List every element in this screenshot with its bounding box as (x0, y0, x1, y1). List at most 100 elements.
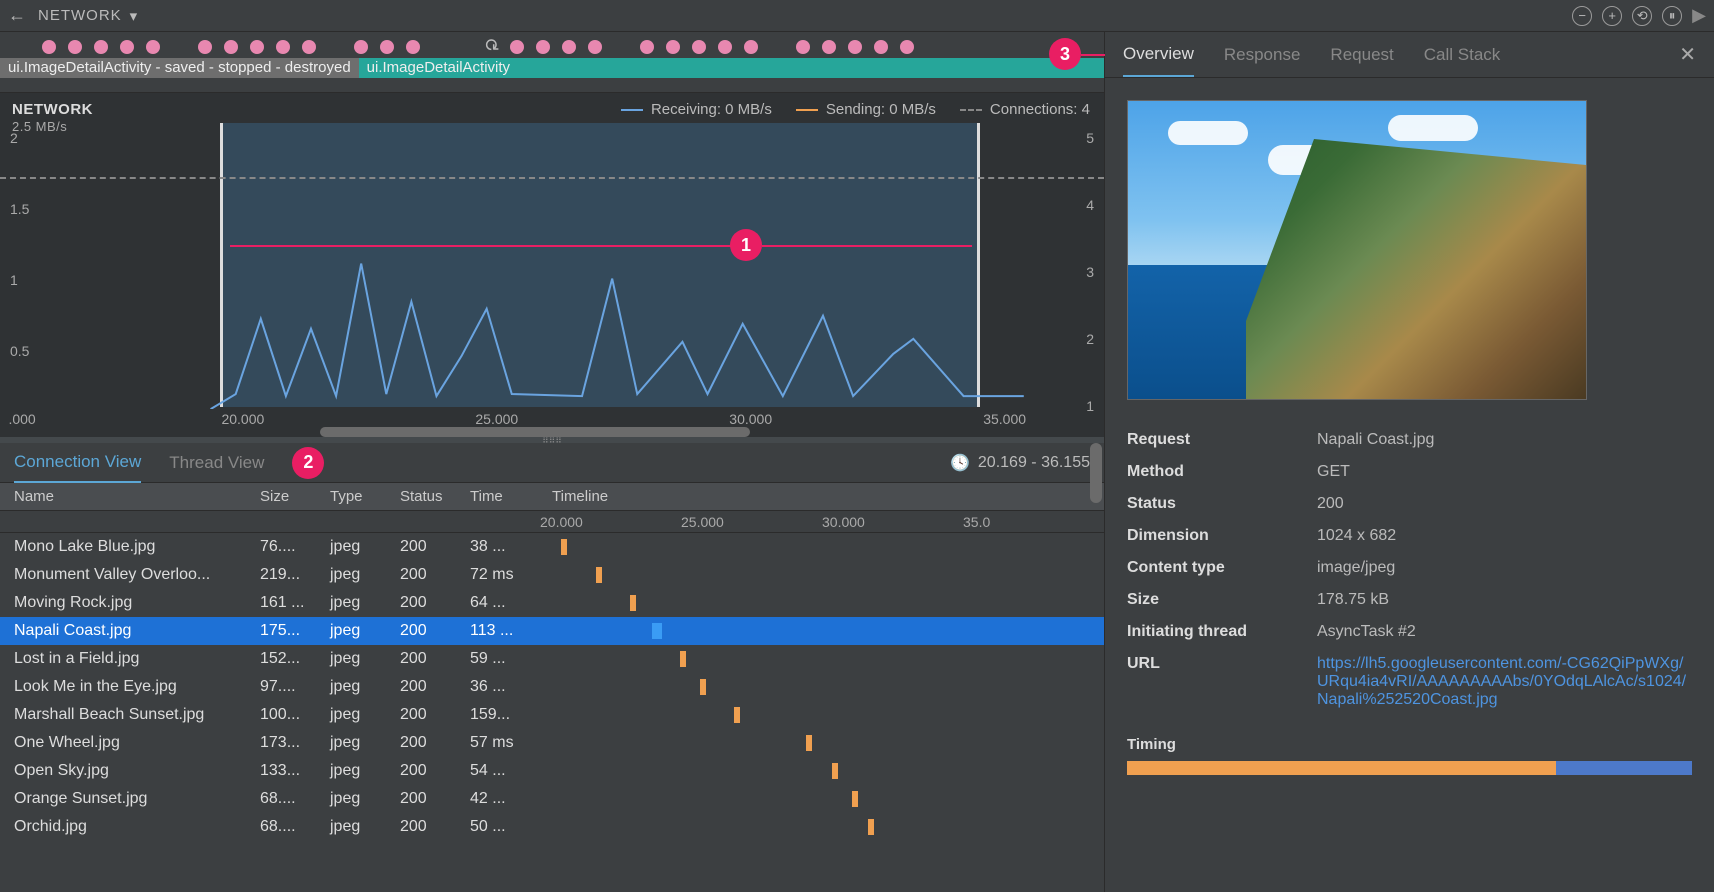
col-name[interactable]: Name (0, 488, 260, 505)
field-contenttype-label: Content type (1127, 559, 1317, 577)
tab-overview[interactable]: Overview (1123, 33, 1194, 77)
table-row[interactable]: Look Me in the Eye.jpg97....jpeg20036 ..… (0, 673, 1104, 701)
tab-thread-view[interactable]: Thread View (169, 444, 264, 482)
field-dimension-label: Dimension (1127, 527, 1317, 545)
cell-name: Napali Coast.jpg (0, 622, 260, 640)
cell-type: jpeg (330, 594, 400, 612)
user-events-strip: ⟳ (0, 32, 1104, 58)
cell-timeline (540, 819, 1104, 835)
cell-size: 97.... (260, 678, 330, 696)
vertical-scrollbar[interactable] (1090, 443, 1102, 892)
tab-request[interactable]: Request (1330, 34, 1393, 76)
field-method-label: Method (1127, 463, 1317, 481)
field-url-label: URL (1127, 655, 1317, 709)
col-type[interactable]: Type (330, 488, 400, 505)
col-size[interactable]: Size (260, 488, 330, 505)
cell-status: 200 (400, 734, 470, 752)
zoom-out-button[interactable]: − (1572, 6, 1592, 26)
legend-sending: Sending: 0 MB/s (826, 101, 936, 118)
field-size-value: 178.75 kB (1317, 591, 1692, 609)
cell-name: Lost in a Field.jpg (0, 650, 260, 668)
event-dot (42, 40, 56, 54)
table-row[interactable]: Napali Coast.jpg175...jpeg200113 ... (0, 617, 1104, 645)
table-row[interactable]: Orchid.jpg68....jpeg20050 ... (0, 813, 1104, 841)
zoom-in-button[interactable]: + (1602, 6, 1622, 26)
event-dot (146, 40, 160, 54)
profiler-dropdown[interactable]: NETWORK ▾ (38, 7, 138, 25)
cell-size: 133... (260, 762, 330, 780)
cell-timeline (540, 735, 1104, 751)
cell-size: 100... (260, 706, 330, 724)
close-button[interactable]: ✕ (1679, 42, 1696, 67)
event-dot (224, 40, 238, 54)
col-timeline[interactable]: Timeline (540, 488, 1104, 505)
cell-time: 42 ... (470, 790, 540, 808)
event-dot (874, 40, 888, 54)
table-row[interactable]: One Wheel.jpg173...jpeg20057 ms (0, 729, 1104, 757)
col-time[interactable]: Time (470, 488, 540, 505)
table-row[interactable]: Marshall Beach Sunset.jpg100...jpeg20015… (0, 701, 1104, 729)
overview-panel: RequestNapali Coast.jpg MethodGET Status… (1105, 78, 1714, 892)
response-preview-image (1127, 100, 1587, 400)
cell-type: jpeg (330, 650, 400, 668)
field-status-value: 200 (1317, 495, 1692, 513)
connection-table[interactable]: Mono Lake Blue.jpg76....jpeg20038 ...Mon… (0, 533, 1104, 892)
table-row[interactable]: Lost in a Field.jpg152...jpeg20059 ... (0, 645, 1104, 673)
event-dot (276, 40, 290, 54)
event-dot (796, 40, 810, 54)
table-row[interactable]: Orange Sunset.jpg68....jpeg20042 ... (0, 785, 1104, 813)
tab-callstack[interactable]: Call Stack (1424, 34, 1501, 76)
table-row[interactable]: Open Sky.jpg133...jpeg20054 ... (0, 757, 1104, 785)
cell-time: 59 ... (470, 650, 540, 668)
activity-current-label: ui.ImageDetailActivity (367, 59, 510, 76)
cell-name: Mono Lake Blue.jpg (0, 538, 260, 556)
pause-button[interactable]: ⏸ (1662, 6, 1682, 26)
cell-type: jpeg (330, 566, 400, 584)
cell-status: 200 (400, 706, 470, 724)
table-row[interactable]: Moving Rock.jpg161 ...jpeg20064 ... (0, 589, 1104, 617)
field-status-label: Status (1127, 495, 1317, 513)
network-chart[interactable]: NETWORK 2.5 MB/s Receiving: 0 MB/s Sendi… (0, 92, 1104, 437)
event-dot (250, 40, 264, 54)
horizontal-scrollbar[interactable] (320, 427, 750, 437)
event-dot (120, 40, 134, 54)
col-status[interactable]: Status (400, 488, 470, 505)
tab-response[interactable]: Response (1224, 34, 1301, 76)
cell-timeline (540, 567, 1104, 583)
event-dot (666, 40, 680, 54)
cell-type: jpeg (330, 762, 400, 780)
event-dot (302, 40, 316, 54)
field-url-value[interactable]: https://lh5.googleusercontent.com/-CG62Q… (1317, 655, 1692, 709)
event-dot (588, 40, 602, 54)
field-method-value: GET (1317, 463, 1692, 481)
event-dot (380, 40, 394, 54)
field-size-label: Size (1127, 591, 1317, 609)
cell-status: 200 (400, 650, 470, 668)
table-row[interactable]: Mono Lake Blue.jpg76....jpeg20038 ... (0, 533, 1104, 561)
reset-zoom-button[interactable]: ⟲ (1632, 6, 1652, 26)
cell-time: 54 ... (470, 762, 540, 780)
go-live-button[interactable]: ▶ (1692, 5, 1706, 26)
cell-status: 200 (400, 818, 470, 836)
cell-size: 152... (260, 650, 330, 668)
cell-name: One Wheel.jpg (0, 734, 260, 752)
table-header: Name Size Type Status Time Timeline (0, 483, 1104, 511)
field-thread-label: Initiating thread (1127, 623, 1317, 641)
back-button[interactable]: ← (8, 5, 26, 26)
cell-status: 200 (400, 538, 470, 556)
table-row[interactable]: Monument Valley Overloo...219...jpeg2007… (0, 561, 1104, 589)
cell-type: jpeg (330, 678, 400, 696)
cell-timeline (540, 595, 1104, 611)
legend-connections: Connections: 4 (990, 101, 1090, 118)
event-dot (536, 40, 550, 54)
timing-label: Timing (1127, 736, 1692, 753)
cell-timeline (540, 623, 1104, 639)
cell-status: 200 (400, 678, 470, 696)
cell-type: jpeg (330, 818, 400, 836)
cell-time: 64 ... (470, 594, 540, 612)
event-dot (744, 40, 758, 54)
tab-connection-view[interactable]: Connection View (14, 443, 141, 483)
cell-timeline (540, 651, 1104, 667)
field-request-label: Request (1127, 431, 1317, 449)
y-axis-left: 2 1.5 1 0.5 (10, 123, 29, 407)
